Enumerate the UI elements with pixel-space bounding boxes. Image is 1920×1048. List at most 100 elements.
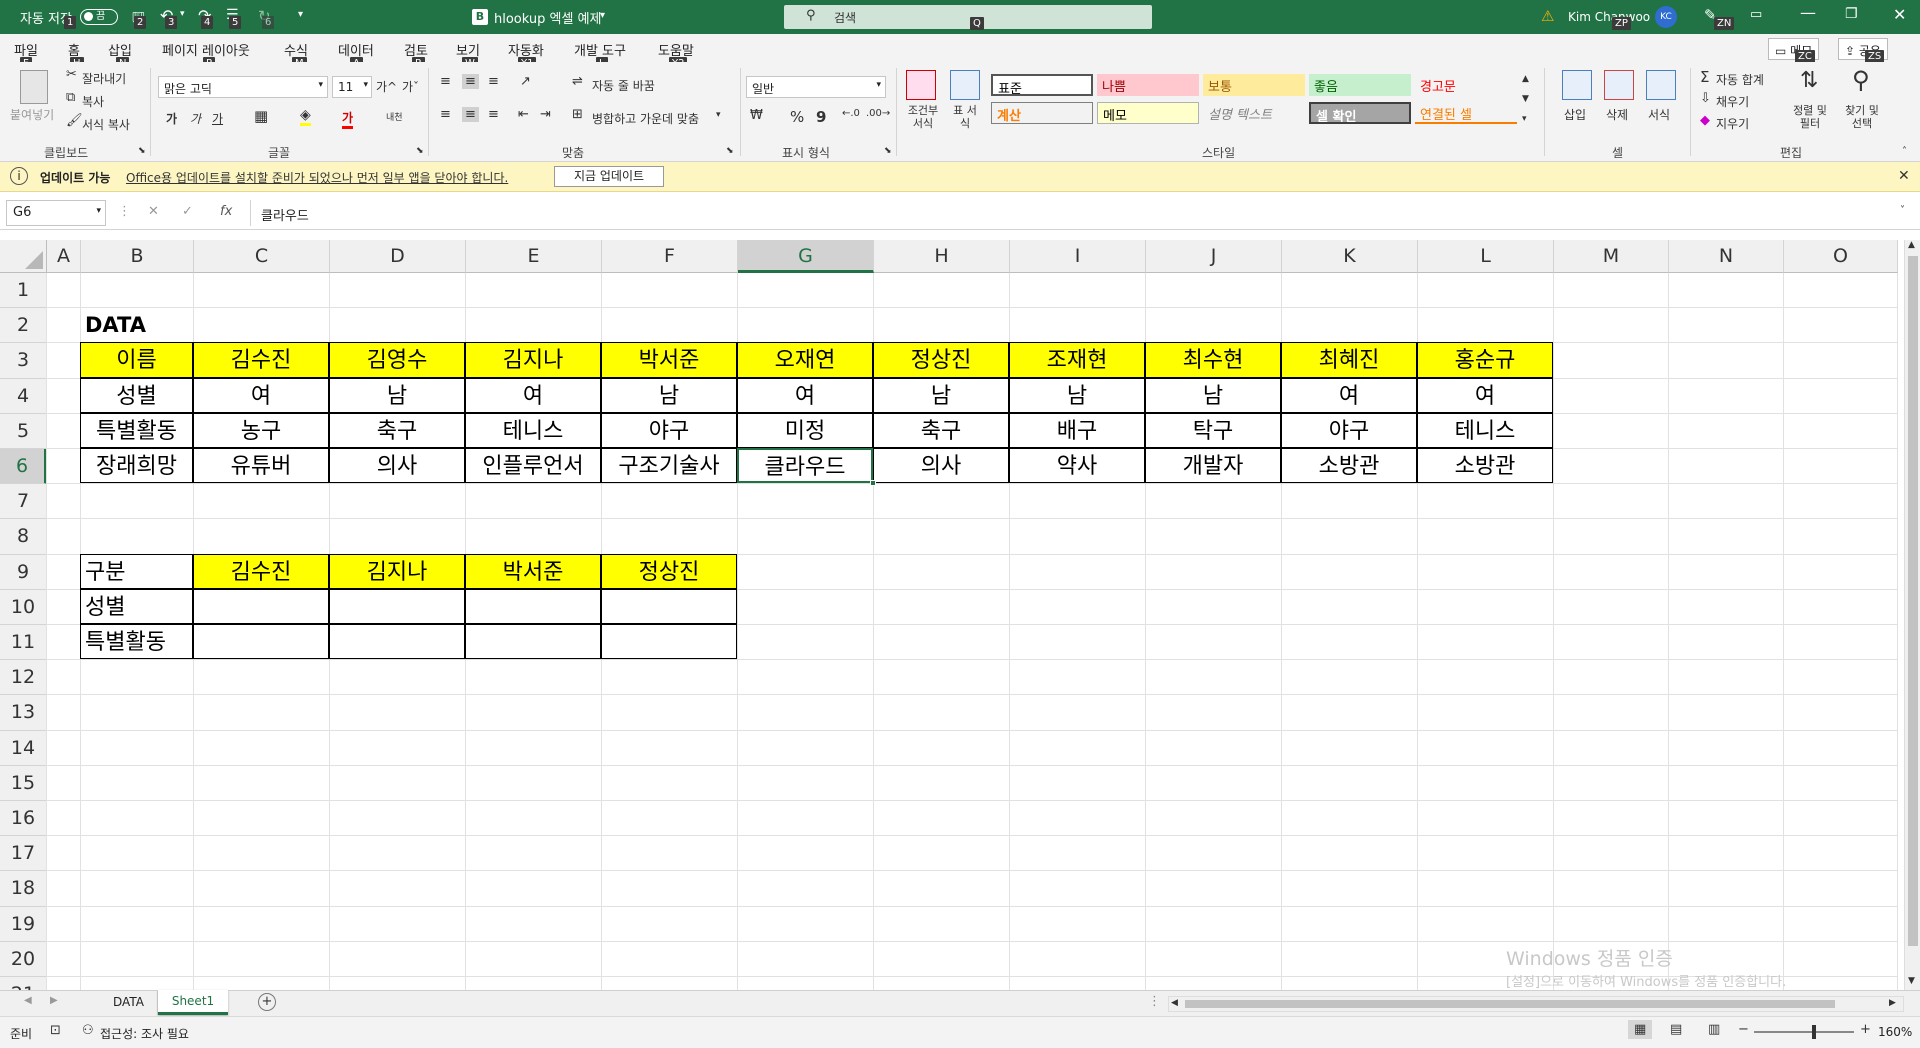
clear-button[interactable]: 지우기 [1716, 115, 1749, 132]
more-options-icon[interactable]: ⋮ [118, 204, 131, 219]
workbook-name-dropdown-icon[interactable]: ▾ [600, 10, 605, 21]
clipboard-launcher-icon[interactable]: ⬊ [138, 146, 146, 156]
column-header-o[interactable]: O [1784, 240, 1898, 273]
data-cell[interactable]: 약사 [1009, 448, 1145, 484]
add-sheet-icon[interactable]: + [258, 993, 276, 1011]
lookup-cell[interactable] [465, 588, 601, 624]
delete-cells-button[interactable]: 삭제 [1606, 106, 1628, 123]
cell-style-calculation[interactable]: 계산 [991, 102, 1093, 124]
lookup-cell[interactable] [329, 588, 465, 624]
format-painter-icon[interactable]: 🖌 [66, 113, 83, 128]
data-cell[interactable]: 김지나 [465, 342, 601, 378]
scroll-down-icon[interactable]: ▼ [1908, 976, 1915, 986]
cell-style-warning[interactable]: 경고문 [1415, 74, 1517, 96]
font-name-dropdown[interactable]: 맑은 고딕 ▾ [158, 76, 328, 98]
column-header-f[interactable]: F [602, 240, 738, 273]
wrap-text-button[interactable]: 자동 줄 바꿈 [592, 77, 655, 94]
lookup-cell[interactable] [601, 624, 737, 660]
row-header-19[interactable]: 19 [0, 906, 47, 942]
data-cell[interactable]: 김수진 [193, 342, 329, 378]
increase-indent-icon[interactable]: ⇥ [540, 107, 551, 122]
vertical-scroll-thumb[interactable] [1908, 256, 1918, 946]
ribbon-display-icon[interactable]: ▭ [1750, 7, 1762, 22]
horizontal-scroll-thumb[interactable] [1185, 1000, 1835, 1008]
underline-button[interactable]: 가 [212, 110, 223, 127]
conditional-formatting-icon[interactable] [906, 70, 936, 100]
data-cell[interactable]: 홍순규 [1417, 342, 1553, 378]
column-header-a[interactable]: A [47, 240, 81, 273]
data-cell[interactable]: 미정 [737, 412, 873, 448]
zoom-in-icon[interactable]: + [1860, 1022, 1871, 1037]
row-header-5[interactable]: 5 [0, 413, 47, 449]
row-header-10[interactable]: 10 [0, 589, 47, 625]
data-cell[interactable]: 탁구 [1145, 412, 1281, 448]
data-cell[interactable]: 성별 [80, 377, 193, 413]
restore-icon[interactable]: ❐ [1845, 6, 1858, 22]
horizontal-scrollbar[interactable]: ◀ ▶ [1168, 996, 1904, 1012]
align-right-icon[interactable]: ≡ [488, 107, 499, 122]
orientation-icon[interactable]: ↗ [520, 74, 531, 89]
warning-icon[interactable]: ⚠ [1541, 7, 1554, 25]
cut-icon[interactable]: ✂ [66, 67, 77, 82]
data-cell[interactable]: 소방관 [1417, 448, 1553, 484]
accessibility-icon[interactable]: ⚇ [82, 1023, 94, 1038]
data-cell[interactable]: 인플루언서 [465, 448, 601, 484]
lookup-cell[interactable] [601, 588, 737, 624]
fill-color-icon[interactable]: ◈ [300, 107, 311, 126]
confirm-entry-icon[interactable]: ✓ [182, 204, 193, 219]
column-header-l[interactable]: L [1418, 240, 1554, 273]
copy-button[interactable]: 복사 [82, 93, 104, 110]
normal-view-icon[interactable]: ▦ [1628, 1020, 1653, 1039]
lookup-cell[interactable] [329, 624, 465, 660]
cell-style-explanatory[interactable]: 설명 텍스트 [1203, 102, 1305, 124]
row-header-7[interactable]: 7 [0, 484, 47, 520]
tab-split-icon[interactable]: ⋮ [1148, 994, 1161, 1009]
row-header-9[interactable]: 9 [0, 554, 47, 590]
row-header-17[interactable]: 17 [0, 836, 47, 872]
border-icon[interactable]: ▦ [254, 107, 268, 125]
sort-filter-icon[interactable]: ⇅ [1800, 68, 1818, 93]
data-cell[interactable]: 박서준 [601, 342, 737, 378]
row-header-2[interactable]: 2 [0, 308, 47, 344]
align-bottom-icon[interactable]: ≡ [488, 74, 499, 89]
close-message-icon[interactable]: ✕ [1898, 168, 1910, 184]
autosave-toggle[interactable]: 끔 [80, 9, 118, 25]
decrease-decimal-icon[interactable]: .00→ [866, 108, 890, 119]
data-cell[interactable]: 남 [329, 377, 465, 413]
row-header-16[interactable]: 16 [0, 801, 47, 837]
merge-center-icon[interactable]: ⊞ [572, 107, 583, 122]
cell-style-neutral[interactable]: 보통 [1203, 74, 1305, 96]
lookup-cell[interactable] [465, 624, 601, 660]
data-cell[interactable]: 농구 [193, 412, 329, 448]
minimize-icon[interactable]: — [1800, 3, 1816, 22]
customize-qat-icon[interactable]: ▾ [298, 9, 303, 20]
column-header-b[interactable]: B [81, 240, 194, 273]
wrap-text-icon[interactable]: ⇌ [572, 74, 583, 89]
align-center-icon[interactable]: ≡ [462, 107, 479, 122]
row-header-8[interactable]: 8 [0, 519, 47, 555]
lookup-cell[interactable] [193, 624, 329, 660]
format-painter-button[interactable]: 서식 복사 [82, 116, 130, 133]
user-name[interactable]: Kim Chanwoo [1568, 10, 1650, 24]
cell-style-bad[interactable]: 나쁨 [1097, 74, 1199, 96]
data-cell[interactable]: 소방관 [1281, 448, 1417, 484]
expand-formula-icon[interactable]: ˅ [1900, 205, 1905, 216]
message-text[interactable]: Office용 업데이트를 설치할 준비가 되었으나 먼저 일부 앱을 닫아야 … [126, 169, 508, 186]
zoom-slider-thumb[interactable] [1812, 1025, 1816, 1039]
row-header-20[interactable]: 20 [0, 941, 47, 977]
number-format-dropdown[interactable]: 일반 ▾ [746, 76, 886, 98]
lookup-cell[interactable]: 성별 [80, 588, 193, 624]
column-header-e[interactable]: E [466, 240, 602, 273]
decrease-indent-icon[interactable]: ⇤ [518, 107, 529, 122]
data-cell[interactable]: 유튜버 [193, 448, 329, 484]
zoom-level[interactable]: 160% [1878, 1025, 1912, 1039]
lookup-cell[interactable]: 특별활동 [80, 624, 193, 660]
data-cell[interactable]: 장래희망 [80, 448, 193, 484]
worksheet-grid[interactable]: A B C D E F G H I J K L M N O 1 2 3 4 5 6 7 8 9 10 11 12 13 14 15 16 17… [0, 240, 1904, 1013]
data-cell[interactable]: 축구 [329, 412, 465, 448]
data-cell[interactable]: 남 [1009, 377, 1145, 413]
percent-button[interactable]: % [790, 108, 804, 126]
fill-icon[interactable]: ⇩ [1700, 91, 1711, 106]
row-header-15[interactable]: 15 [0, 765, 47, 801]
comma-button[interactable]: 9 [816, 108, 826, 126]
